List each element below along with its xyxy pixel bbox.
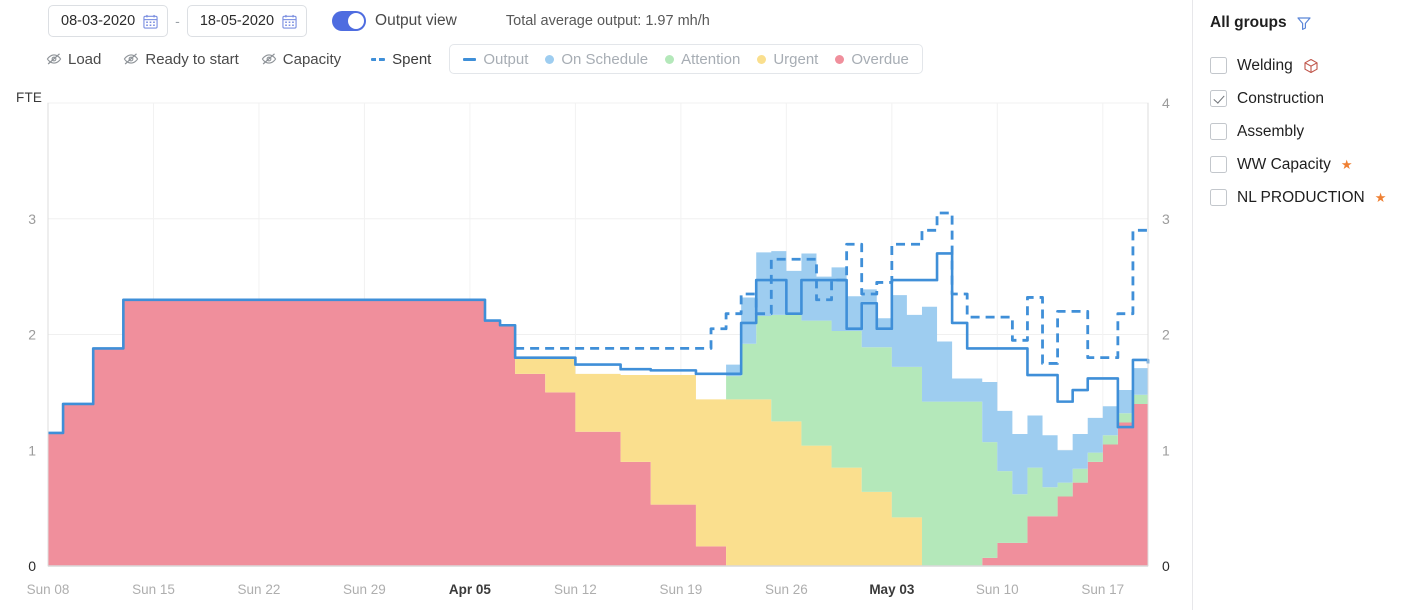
output-view-toggle[interactable]: Output view [332,11,457,31]
group-checkbox-nl-production[interactable] [1210,189,1227,206]
series-label-load: Load [68,50,102,68]
date-range-separator: - [175,13,180,29]
svg-text:Sun 15: Sun 15 [132,582,175,597]
line-marker-icon [463,57,477,61]
legend-label-urgent: Urgent [773,50,819,68]
svg-text:0: 0 [1162,558,1170,574]
svg-text:Sun 17: Sun 17 [1081,582,1124,597]
dot-marker-icon [545,54,555,64]
svg-text:3: 3 [28,211,36,227]
group-label-assembly: Assembly [1237,122,1305,140]
svg-text:2: 2 [1162,327,1170,343]
legend-item-output[interactable]: Output [463,51,528,68]
series-label-ready-to-start: Ready to start [145,50,239,68]
chart-pane: 08-03-2020 - 18-05-2020 Output view Tota… [0,0,1193,610]
series-label-capacity: Capacity [282,50,342,68]
series-toggle-spent[interactable]: Spent [371,51,431,68]
cube-icon [1303,58,1319,74]
funnel-icon[interactable] [1296,15,1312,31]
eye-slash-icon [46,51,62,67]
groups-list: Welding Construction Assembly WW Capacit… [1210,49,1418,214]
chart-legend: Output On Schedule Attention Urgent Over… [449,44,923,74]
dot-marker-icon [665,54,675,64]
legend-toolbar: Load Ready to start Capacity Spent Outpu… [0,42,1193,76]
svg-text:0: 0 [28,558,36,574]
svg-text:3: 3 [1162,211,1170,227]
star-icon: ★ [1374,190,1387,205]
group-checkbox-ww-capacity[interactable] [1210,156,1227,173]
calendar-icon[interactable] [282,14,297,29]
output-view-label: Output view [375,12,457,29]
legend-item-attention[interactable]: Attention [665,51,740,68]
group-checkbox-welding[interactable] [1210,57,1227,74]
legend-label-output: Output [483,50,529,68]
svg-text:Sun 12: Sun 12 [554,582,597,597]
group-row-assembly[interactable]: Assembly [1210,115,1418,148]
svg-text:May 03: May 03 [869,582,915,597]
date-from-value: 08-03-2020 [61,13,136,29]
dashed-line-icon [371,57,386,61]
output-view-dashboard: 08-03-2020 - 18-05-2020 Output view Tota… [0,0,1418,610]
eye-slash-icon [261,51,277,67]
series-label-spent: Spent [392,50,432,68]
calendar-icon[interactable] [143,14,158,29]
svg-text:Sun 26: Sun 26 [765,582,808,597]
eye-slash-icon [123,51,139,67]
legend-label-overdue: Overdue [851,50,909,68]
legend-item-overdue[interactable]: Overdue [835,51,909,68]
svg-text:1: 1 [28,442,36,458]
svg-text:1: 1 [1162,442,1170,458]
legend-label-on-schedule: On Schedule [561,50,649,68]
toggle-knob [348,13,365,29]
date-to-input[interactable]: 18-05-2020 [186,5,308,37]
group-row-nl-production[interactable]: NL PRODUCTION ★ [1210,181,1418,214]
legend-item-urgent[interactable]: Urgent [757,51,818,68]
svg-text:Sun 19: Sun 19 [659,582,702,597]
group-label-welding: Welding [1237,56,1293,74]
groups-header: All groups [1210,14,1418,32]
legend-item-on-schedule[interactable]: On Schedule [545,51,648,68]
chart-svg: 0 1 2 3 0 1 2 3 4 Sun 08 Sun 15 Sun 22 Sun 29 Apr 05 S… [27,95,1170,597]
svg-text:Sun 22: Sun 22 [238,582,281,597]
group-row-welding[interactable]: Welding [1210,49,1418,82]
group-checkbox-assembly[interactable] [1210,123,1227,140]
group-checkbox-construction[interactable] [1210,90,1227,107]
group-label-construction: Construction [1237,89,1325,107]
series-toggle-ready-to-start[interactable]: Ready to start [123,50,239,68]
group-label-ww-capacity: WW Capacity [1237,155,1331,173]
svg-text:Sun 29: Sun 29 [343,582,386,597]
series-toggle-capacity[interactable]: Capacity [261,51,341,68]
total-average-output: Total average output: 1.97 mh/h [505,13,710,29]
svg-text:Sun 10: Sun 10 [976,582,1019,597]
legend-label-attention: Attention [681,50,741,68]
group-row-construction[interactable]: Construction [1210,82,1418,115]
date-from-input[interactable]: 08-03-2020 [48,5,169,37]
y-axis-unit-label: FTE [16,90,43,105]
svg-text:Apr 05: Apr 05 [449,582,492,597]
group-row-ww-capacity[interactable]: WW Capacity ★ [1210,148,1418,181]
toggle-switch[interactable] [332,11,367,31]
series-toggle-load[interactable]: Load [46,51,101,68]
groups-title: All groups [1210,14,1287,31]
svg-text:4: 4 [1162,95,1170,111]
svg-text:2: 2 [28,327,36,343]
toolbar-top: 08-03-2020 - 18-05-2020 Output view Tota… [0,0,1193,42]
group-label-nl-production: NL PRODUCTION [1237,188,1365,206]
star-icon: ★ [1340,157,1353,172]
output-area-chart[interactable]: FTE 0 1 2 3 0 1 2 3 4 Sun 08 Sun 15 Sun 22 Sun 29 Apr… [0,76,1193,610]
date-to-value: 18-05-2020 [199,13,275,29]
dot-marker-icon [757,54,767,64]
groups-panel: All groups Welding Construction Assembly… [1193,0,1418,610]
dot-marker-icon [835,54,845,64]
svg-text:Sun 08: Sun 08 [27,582,70,597]
